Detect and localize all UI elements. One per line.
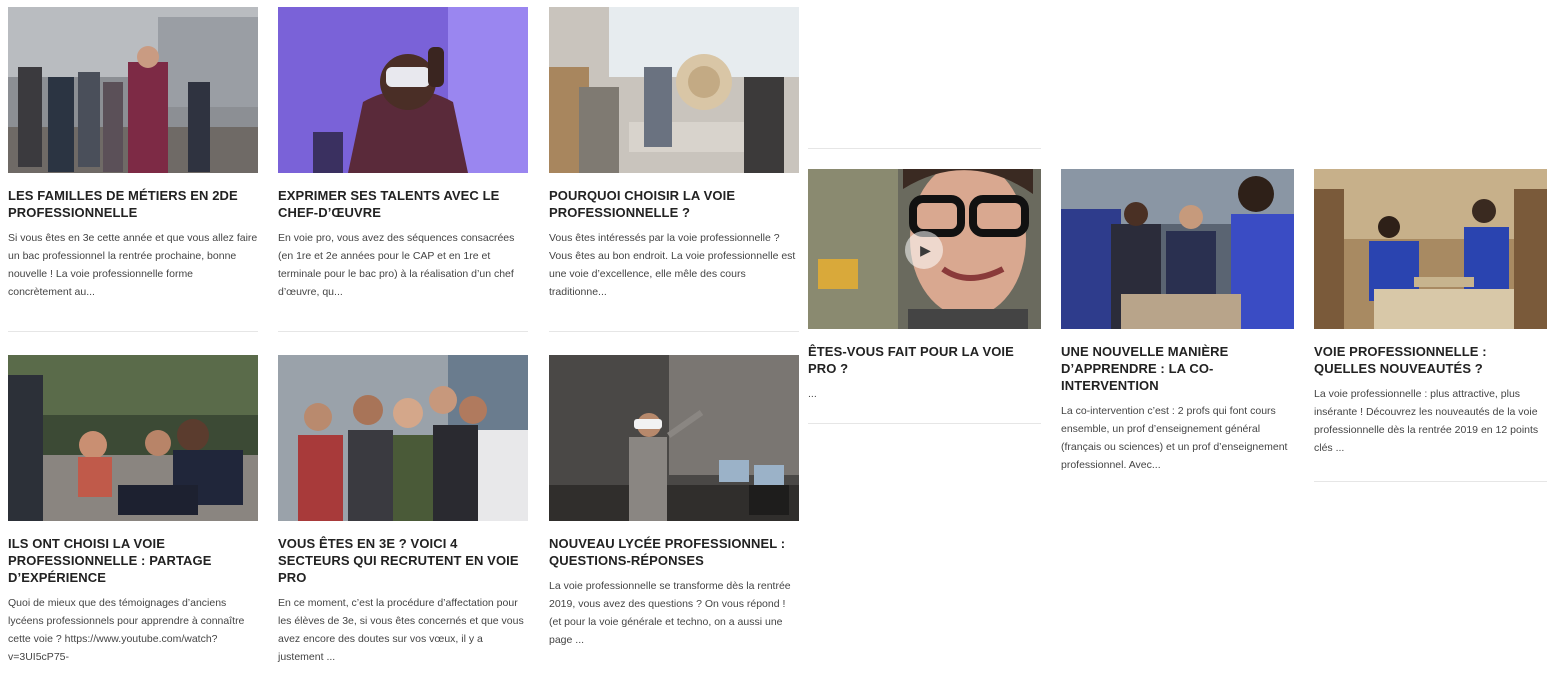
article-title[interactable]: LES FAMILLES DE MÉTIERS EN 2DE PROFESSIO…: [8, 187, 258, 221]
article-card: NOUVEAU LYCÉE PROFESSIONNEL : QUESTIONS-…: [549, 355, 799, 649]
article-title[interactable]: VOIE PROFESSIONNELLE : QUELLES NOUVEAUTÉ…: [1314, 343, 1547, 377]
play-button[interactable]: ▶: [905, 231, 943, 269]
article-title[interactable]: POURQUOI CHOISIR LA VOIE PROFESSIONNELLE…: [549, 187, 799, 221]
article-thumbnail[interactable]: [8, 355, 258, 521]
article-excerpt: Si vous êtes en 3e cette année et que vo…: [8, 232, 258, 298]
article-title[interactable]: UNE NOUVELLE MANIÈRE D’APPRENDRE : LA CO…: [1061, 343, 1294, 394]
article-title[interactable]: ÊTES-VOUS FAIT POUR LA VOIE PRO ?: [808, 343, 1041, 377]
article-card: LES FAMILLES DE MÉTIERS EN 2DE PROFESSIO…: [8, 7, 258, 301]
article-card: ILS ONT CHOISI LA VOIE PROFESSIONNELLE :…: [8, 355, 258, 666]
article-title[interactable]: VOUS ÊTES EN 3E ? VOICI 4 SECTEURS QUI R…: [278, 535, 528, 586]
article-card: POURQUOI CHOISIR LA VOIE PROFESSIONNELLE…: [549, 7, 799, 301]
article-card: UNE NOUVELLE MANIÈRE D’APPRENDRE : LA CO…: [1061, 169, 1294, 474]
divider: [8, 331, 258, 332]
divider: [549, 331, 799, 332]
article-thumbnail[interactable]: [549, 7, 799, 173]
divider: [278, 331, 528, 332]
article-thumbnail[interactable]: [1314, 169, 1547, 329]
article-title[interactable]: NOUVEAU LYCÉE PROFESSIONNEL : QUESTIONS-…: [549, 535, 799, 569]
article-thumbnail[interactable]: [549, 355, 799, 521]
article-thumbnail[interactable]: [278, 355, 528, 521]
article-excerpt: La voie professionnelle : plus attractiv…: [1314, 388, 1539, 454]
article-excerpt: La co-intervention c’est : 2 profs qui f…: [1061, 405, 1288, 471]
article-card: VOUS ÊTES EN 3E ? VOICI 4 SECTEURS QUI R…: [278, 355, 528, 666]
article-excerpt: En voie pro, vous avez des séquences con…: [278, 232, 515, 298]
article-thumbnail[interactable]: [8, 7, 258, 173]
article-card: ▶ ÊTES-VOUS FAIT POUR LA VOIE PRO ? ...: [808, 169, 1041, 403]
article-excerpt: La voie professionnelle se transforme dè…: [549, 580, 791, 646]
article-title[interactable]: EXPRIMER SES TALENTS AVEC LE CHEF-D’ŒUVR…: [278, 187, 528, 221]
article-excerpt: Quoi de mieux que des témoignages d’anci…: [8, 597, 245, 663]
article-card: VOIE PROFESSIONNELLE : QUELLES NOUVEAUTÉ…: [1314, 169, 1547, 457]
article-excerpt: ...: [808, 388, 817, 400]
article-thumbnail[interactable]: [1061, 169, 1294, 329]
article-excerpt: En ce moment, c’est la procédure d’affec…: [278, 597, 524, 663]
divider: [808, 148, 1041, 149]
play-icon: ▶: [920, 241, 931, 258]
divider: [808, 423, 1041, 424]
article-thumbnail[interactable]: [278, 7, 528, 173]
article-excerpt: Vous êtes intéressés par la voie profess…: [549, 232, 796, 298]
divider: [1314, 481, 1547, 482]
article-video-thumbnail[interactable]: ▶: [808, 169, 1041, 329]
article-card: EXPRIMER SES TALENTS AVEC LE CHEF-D’ŒUVR…: [278, 7, 528, 301]
article-title[interactable]: ILS ONT CHOISI LA VOIE PROFESSIONNELLE :…: [8, 535, 258, 586]
